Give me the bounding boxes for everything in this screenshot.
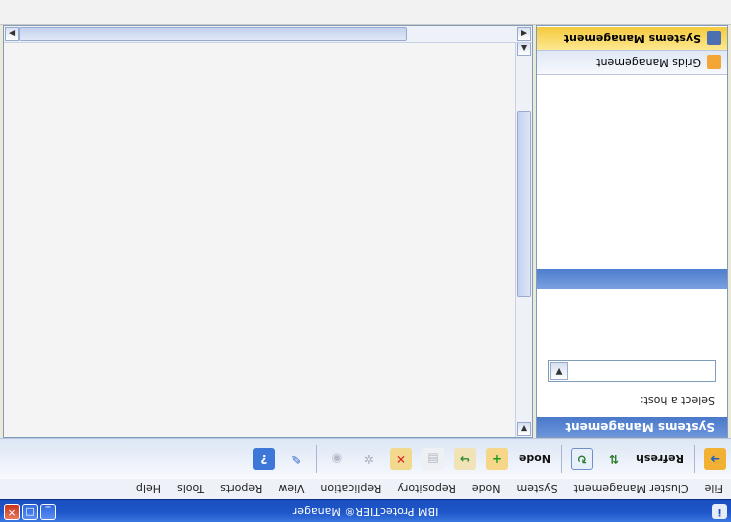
panel-header: Systems Management (537, 417, 727, 437)
add-node-icon: + (485, 448, 508, 470)
globe-icon: ◉ (331, 452, 343, 466)
window-title: IBM ProtecTIER® Manager (292, 505, 439, 518)
menu-system[interactable]: System (509, 483, 566, 496)
menu-file[interactable]: File (697, 483, 731, 496)
grids-icon (707, 55, 721, 70)
status-bar (0, 0, 731, 25)
panel-divider-band (537, 269, 727, 289)
toolbar-separator (561, 445, 563, 473)
select-host-label: Select a host: (639, 394, 715, 407)
nav-systems-label: Systems Management (563, 32, 701, 45)
node-network-button[interactable]: ✲ (354, 444, 384, 474)
node-arrow-icon: ↪ (453, 448, 476, 470)
title-bar[interactable]: i IBM ProtecTIER® Manager _ □ ✕ (0, 499, 731, 522)
menu-tools[interactable]: Tools (169, 483, 212, 496)
node-toolbar-label: Node (518, 452, 552, 466)
close-icon[interactable]: ✕ (4, 504, 20, 520)
nav-grids-management[interactable]: Grids Management (537, 51, 727, 75)
node-action-button[interactable]: ↪ (450, 444, 480, 474)
toolbar: ➜ Refresh ⇅ ↻ Node + ↪ ▤ ✕ ✲ ◉ ✎ ? (0, 438, 731, 479)
horizontal-scrollbar[interactable]: ◀ ▶ (4, 26, 532, 43)
menu-cluster-management[interactable]: Cluster Management (566, 483, 697, 496)
menu-replication[interactable]: Replication (312, 483, 389, 496)
nav-grids-label: Grids Management (596, 56, 701, 69)
help-book-icon: ? (252, 448, 275, 470)
scroll-down-icon[interactable]: ▲ (517, 42, 531, 56)
vertical-scroll-thumb[interactable] (517, 111, 531, 297)
add-system-button[interactable]: ⇅ (599, 444, 629, 474)
add-system-icon: ⇅ (608, 452, 620, 466)
refresh-system-button[interactable]: ↻ (567, 444, 597, 474)
help-button[interactable]: ? (249, 444, 279, 474)
refresh-button[interactable]: Refresh (630, 453, 690, 466)
dropdown-arrow-icon[interactable]: ▼ (550, 362, 568, 380)
node-document-icon: ▤ (421, 448, 444, 470)
host-tree-area[interactable] (537, 73, 727, 269)
left-panel: Systems Management Select a host: ▼ Grid… (536, 25, 728, 438)
nav-systems-management[interactable]: Systems Management (537, 27, 727, 51)
refresh-system-icon: ↻ (571, 448, 594, 470)
tools-button[interactable]: ✎ (281, 444, 311, 474)
horizontal-scroll-thumb[interactable] (19, 27, 407, 41)
toolbar-separator (315, 445, 317, 473)
add-node-button[interactable]: + (482, 444, 512, 474)
minimize-icon[interactable]: _ (40, 504, 56, 520)
remove-node-button[interactable]: ✕ (386, 444, 416, 474)
remove-node-icon: ✕ (389, 448, 412, 470)
scroll-left-icon[interactable]: ▶ (5, 27, 19, 41)
systems-icon (707, 31, 721, 46)
vertical-scrollbar[interactable]: ▼ ▲ (515, 41, 532, 437)
door-exit-icon: ➜ (704, 448, 726, 470)
wrench-icon: ✎ (290, 452, 301, 466)
menu-view[interactable]: View (270, 483, 312, 496)
toolbar-separator (694, 445, 695, 473)
host-select[interactable]: ▼ (548, 360, 716, 382)
network-icon: ✲ (363, 452, 374, 466)
node-disabled-button[interactable]: ▤ (418, 444, 448, 474)
menu-repository[interactable]: Repository (389, 483, 464, 496)
scroll-right-icon[interactable]: ◀ (517, 27, 531, 41)
logout-button[interactable]: ➜ (700, 444, 730, 474)
menu-reports[interactable]: Reports (212, 483, 270, 496)
app-window: i IBM ProtecTIER® Manager _ □ ✕ File Clu… (0, 0, 731, 522)
content-panel: ▼ ▲ ◀ ▶ (3, 25, 533, 438)
menu-node[interactable]: Node (464, 483, 509, 496)
node-globe-button[interactable]: ◉ (322, 444, 352, 474)
scroll-up-icon[interactable]: ▼ (517, 422, 531, 436)
menu-help[interactable]: Help (128, 483, 169, 496)
menu-bar: File Cluster Management System Node Repo… (0, 479, 731, 499)
maximize-icon[interactable]: □ (22, 504, 38, 520)
